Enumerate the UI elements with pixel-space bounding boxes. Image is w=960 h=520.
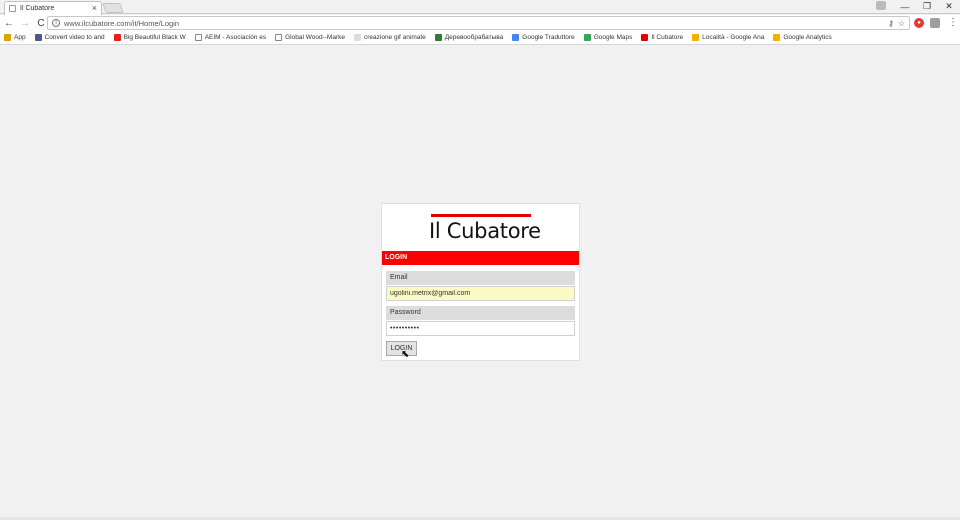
- bookmark-label: Google Traduttore: [522, 34, 575, 41]
- profile-icon[interactable]: [876, 1, 886, 10]
- bookmark-item[interactable]: AEIM - Asociación es: [194, 34, 267, 41]
- bookmark-item[interactable]: Google Maps: [583, 34, 633, 41]
- key-icon[interactable]: ⚷: [888, 19, 894, 28]
- bookmark-item[interactable]: Località - Google Ana: [692, 34, 764, 41]
- youtube-icon: [113, 34, 121, 41]
- email-field[interactable]: [386, 286, 575, 301]
- wood-icon: [434, 34, 442, 41]
- bookmark-label: Il Cubatore: [651, 34, 684, 41]
- close-window-button[interactable]: ✕: [938, 1, 960, 12]
- tab-strip: Il Cubatore × — ❐ ✕: [0, 0, 960, 15]
- restore-button[interactable]: ❐: [916, 1, 938, 12]
- bookmark-label: Global Wood--Marke: [285, 34, 345, 41]
- url-text[interactable]: www.ilcubatore.com/it/Home/Login: [64, 19, 884, 28]
- bookmark-label: Google Maps: [593, 34, 633, 41]
- bookmark-item[interactable]: Global Wood--Marke: [275, 34, 345, 41]
- info-icon[interactable]: i: [52, 19, 60, 27]
- convert-icon: [34, 34, 42, 41]
- page-icon: [275, 34, 283, 41]
- star-icon[interactable]: ☆: [898, 19, 905, 28]
- translate-icon: [512, 34, 520, 41]
- apps-icon: [4, 34, 11, 41]
- minimize-button[interactable]: —: [894, 2, 916, 12]
- new-tab-button[interactable]: [102, 3, 124, 13]
- bookmark-label: App: [14, 34, 26, 41]
- analytics-icon: [773, 34, 781, 41]
- bookmark-label: Google Analytics: [783, 34, 832, 41]
- maps-icon: [583, 34, 591, 41]
- back-button[interactable]: ←: [2, 18, 16, 29]
- browser-tab[interactable]: Il Cubatore ×: [4, 1, 102, 15]
- gif-icon: [353, 34, 361, 41]
- address-bar[interactable]: i www.ilcubatore.com/it/Home/Login ⚷ ☆: [47, 16, 910, 30]
- mouse-cursor-icon: ⬉: [401, 349, 410, 360]
- tab-title: Il Cubatore: [20, 5, 55, 12]
- login-header: LOGIN: [382, 251, 579, 265]
- email-label: Email: [386, 271, 575, 285]
- tab-close-icon[interactable]: ×: [92, 4, 97, 13]
- bookmark-label: Convert video to and: [44, 34, 105, 41]
- adblock-icon[interactable]: ●: [914, 18, 924, 28]
- bookmarks-bar: App Convert video to and Big Beautiful Bla…: [0, 31, 960, 45]
- bookmark-item[interactable]: Google Analytics: [773, 34, 832, 41]
- window-controls: — ❐ ✕: [894, 0, 960, 13]
- extension-icon[interactable]: [930, 18, 940, 28]
- page-icon: [194, 34, 202, 41]
- bookmark-item[interactable]: Big Beautiful Black W: [113, 34, 186, 41]
- password-label: Password: [386, 306, 575, 320]
- logo-bar: [431, 214, 531, 217]
- page-favicon-icon: [9, 5, 16, 12]
- logo-text: Il Cubatore: [429, 219, 541, 243]
- cubatore-icon: [641, 34, 649, 41]
- reload-button[interactable]: C: [34, 18, 48, 29]
- forward-button[interactable]: →: [18, 18, 32, 29]
- bookmark-item[interactable]: creazione gif animate: [353, 34, 426, 41]
- menu-icon[interactable]: ⋮: [946, 17, 960, 28]
- bookmark-item[interactable]: App: [4, 34, 26, 41]
- bookmark-item[interactable]: Il Cubatore: [641, 34, 683, 41]
- bookmark-item[interactable]: Деревообрабатыва: [434, 34, 504, 41]
- password-field[interactable]: [386, 321, 575, 336]
- site-logo: Il Cubatore: [382, 204, 579, 250]
- browser-toolbar: ← → C i www.ilcubatore.com/it/Home/Login…: [0, 15, 960, 31]
- bookmark-item[interactable]: Convert video to and: [34, 34, 105, 41]
- bookmark-label: Località - Google Ana: [702, 34, 765, 41]
- bookmark-label: AEIM - Asociación es: [204, 34, 267, 41]
- bookmark-label: Деревообрабатыва: [444, 34, 504, 41]
- analytics-icon: [692, 34, 700, 41]
- login-card: Il Cubatore LOGIN Email Password LOGIN: [381, 203, 580, 361]
- bookmark-item[interactable]: Google Traduttore: [512, 34, 575, 41]
- bookmark-label: creazione gif animate: [363, 34, 426, 41]
- bookmark-label: Big Beautiful Black W: [123, 34, 186, 41]
